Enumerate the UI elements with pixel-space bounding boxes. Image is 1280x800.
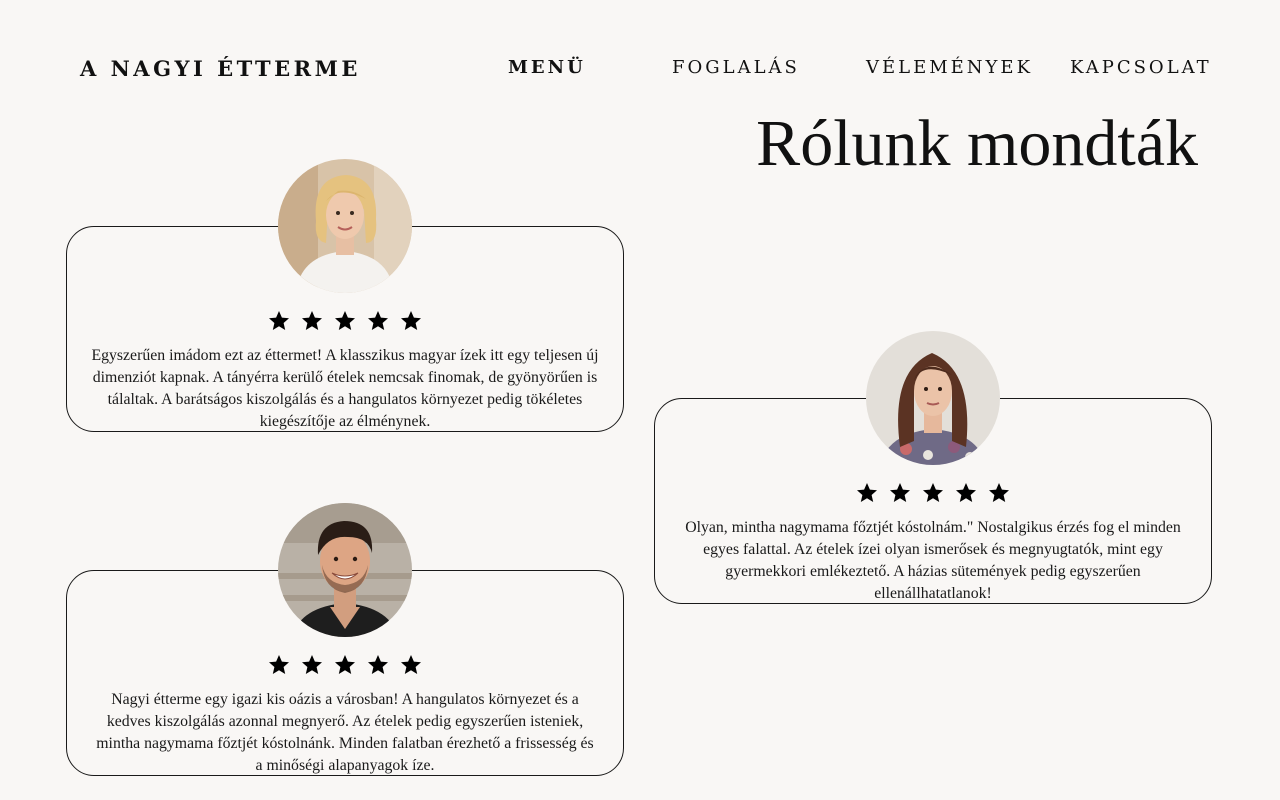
star-icon (335, 655, 355, 674)
review-text: Nagyi étterme egy igazi kis oázis a váro… (96, 691, 594, 774)
star-icon (857, 483, 877, 502)
woman-blonde-portrait-icon (278, 159, 412, 293)
star-icon (368, 311, 388, 330)
star-icon (956, 483, 976, 502)
nav-item-velemenyek[interactable]: VÉLEMÉNYEK (866, 57, 1033, 78)
star-icon (401, 311, 421, 330)
star-icon (923, 483, 943, 502)
review-card: Nagyi étterme egy igazi kis oázis a váro… (66, 503, 624, 776)
nav-item-foglalas[interactable]: FOGLALÁS (672, 57, 800, 78)
star-icon (890, 483, 910, 502)
star-icon (302, 311, 322, 330)
review-text: Egyszerűen imádom ezt az éttermet! A kla… (91, 347, 599, 430)
woman-brunette-portrait-icon (866, 331, 1000, 465)
star-icon (989, 483, 1009, 502)
review-text: Olyan, mintha nagymama főztjét kóstolnám… (685, 519, 1181, 602)
star-rating (655, 481, 1211, 505)
site-logo[interactable]: A NAGYI ÉTTERME (80, 56, 361, 81)
star-icon (269, 655, 289, 674)
nav-item-kapcsolat[interactable]: KAPCSOLAT (1070, 57, 1212, 78)
reviewer-avatar (278, 159, 412, 293)
star-icon (269, 311, 289, 330)
star-rating (67, 309, 623, 333)
page-title: Rólunk mondták (756, 107, 1198, 180)
star-icon (368, 655, 388, 674)
star-rating (67, 653, 623, 677)
reviewer-avatar (866, 331, 1000, 465)
reviewer-avatar (278, 503, 412, 637)
nav-item-menu[interactable]: MENÜ (508, 57, 586, 78)
review-card: Egyszerűen imádom ezt az éttermet! A kla… (66, 159, 624, 432)
review-card: Olyan, mintha nagymama főztjét kóstolnám… (654, 331, 1212, 604)
star-icon (335, 311, 355, 330)
star-icon (401, 655, 421, 674)
star-icon (302, 655, 322, 674)
man-smiling-portrait-icon (278, 503, 412, 637)
